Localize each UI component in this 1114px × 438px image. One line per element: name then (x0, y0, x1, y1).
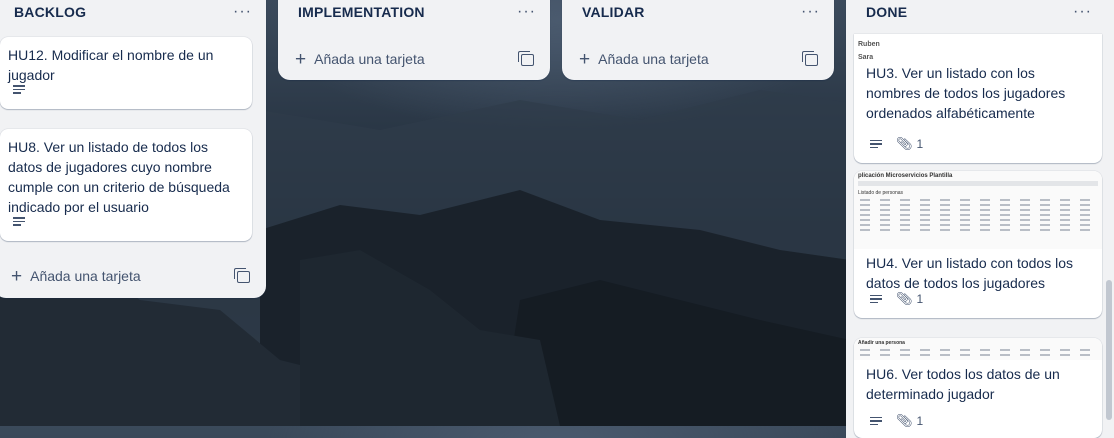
paperclip-icon: 📎︎ (896, 291, 913, 306)
list-menu-button[interactable]: ··· (801, 4, 820, 20)
description-icon (13, 217, 25, 226)
card-badges: 📎︎ 1 (870, 291, 923, 307)
add-card-button[interactable]: + Añada una tarjeta (562, 44, 834, 74)
card-template-icon[interactable] (234, 268, 250, 283)
cover-subtitle: Listado de personas (858, 190, 904, 196)
list-menu-button[interactable]: ··· (233, 4, 252, 20)
card-hu8[interactable]: HU8. Ver un listado de todos los datos d… (0, 129, 252, 241)
list-title[interactable]: DONE (866, 4, 907, 20)
attachment-count: 1 (916, 137, 924, 151)
list-menu-button[interactable]: ··· (1073, 4, 1092, 20)
description-icon (870, 139, 882, 149)
add-card-label: Añada una tarjeta (598, 51, 709, 67)
cover-title: Añadir una persona (858, 340, 905, 346)
add-card-label: Añada una tarjeta (30, 268, 141, 284)
description-icon (870, 416, 882, 426)
list-validar: VALIDAR ··· + Añada una tarjeta (562, 0, 834, 80)
plus-icon: + (11, 265, 23, 287)
card-title: HU3. Ver un listado con los nombres de t… (866, 65, 1066, 121)
description-icon (13, 85, 25, 94)
done-list-scrollbar[interactable] (1106, 280, 1112, 420)
card-title: HU4. Ver un listado con todos los datos … (866, 255, 1074, 291)
card-title: HU8. Ver un listado de todos los datos d… (8, 139, 230, 215)
add-card-label: Añada una tarjeta (314, 51, 425, 67)
card-title: HU6. Ver todos los datos de un determina… (866, 366, 1060, 402)
add-card-button[interactable]: + Añada una tarjeta (0, 261, 266, 291)
paperclip-icon: 📎︎ (896, 413, 913, 428)
add-card-button[interactable]: + Añada una tarjeta (278, 44, 550, 74)
attachment-count: 1 (916, 292, 924, 306)
windows-activation-watermark: Activar Win (1002, 408, 1099, 429)
card-badges: 📎︎ 1 (870, 136, 923, 152)
card-template-icon[interactable] (518, 51, 534, 66)
card-cover-image: Añadir una persona (854, 338, 1102, 360)
description-icon (870, 294, 882, 304)
cover-title: plicación Microservicios Plantilla (858, 173, 953, 179)
plus-icon: + (579, 48, 591, 70)
card-template-icon[interactable] (802, 51, 818, 66)
list-title[interactable]: BACKLOG (14, 4, 86, 20)
card-cover-image: plicación Microservicios Plantilla Lista… (854, 171, 1102, 249)
list-backlog: BACKLOG ··· HU12. Modificar el nombre de… (0, 0, 266, 298)
list-title[interactable]: IMPLEMENTATION (298, 4, 425, 20)
card-hu3[interactable]: Ruben Sara HU3. Ver un listado con los n… (854, 34, 1102, 163)
card-title: HU12. Modificar el nombre de un jugador (8, 47, 214, 83)
plus-icon: + (295, 48, 307, 70)
list-title[interactable]: VALIDAR (582, 4, 645, 20)
card-hu12[interactable]: HU12. Modificar el nombre de un jugador (0, 37, 252, 109)
cover-text-line: Ruben (858, 41, 880, 48)
card-hu4[interactable]: plicación Microservicios Plantilla Lista… (854, 171, 1102, 318)
list-done: DONE ··· Ruben Sara HU3. Ver un listado … (846, 0, 1114, 438)
list-menu-button[interactable]: ··· (517, 4, 536, 20)
paperclip-icon: 📎︎ (896, 136, 913, 151)
list-implementation: IMPLEMENTATION ··· + Añada una tarjeta (278, 0, 550, 80)
card-cover: Ruben Sara (858, 38, 880, 64)
card-badges: 📎︎ 1 (870, 413, 923, 429)
